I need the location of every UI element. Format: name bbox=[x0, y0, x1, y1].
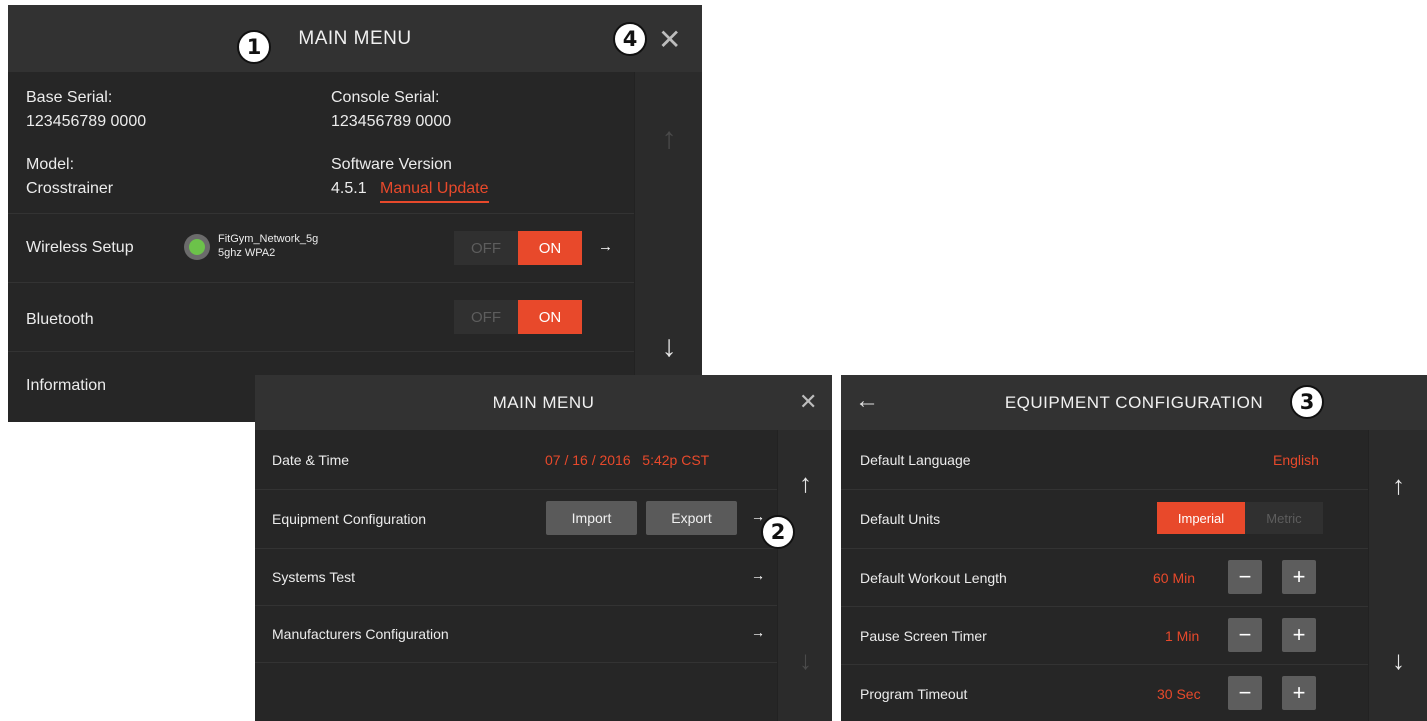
panel1-header: MAIN MENU bbox=[8, 5, 702, 72]
connection-status-icon bbox=[184, 234, 210, 260]
pause-screen-timer-row: Pause Screen Timer 1 Min − + bbox=[841, 606, 1368, 665]
back-arrow-icon[interactable]: ← bbox=[855, 387, 879, 415]
callout-2: 2 bbox=[761, 515, 795, 549]
equipment-configuration-panel: EQUIPMENT CONFIGURATION ← Default Langua… bbox=[841, 375, 1427, 721]
default-workout-length-row: Default Workout Length 60 Min − + bbox=[841, 548, 1368, 607]
pause-screen-timer-label: Pause Screen Timer bbox=[860, 628, 987, 644]
imperial-option[interactable]: Imperial bbox=[1157, 502, 1245, 534]
software-version-value: 4.5.1 bbox=[331, 180, 367, 197]
bluetooth-off-option[interactable]: OFF bbox=[454, 300, 518, 334]
wireless-toggle[interactable]: OFF ON bbox=[454, 231, 582, 265]
default-workout-length-value: 60 Min bbox=[1153, 570, 1196, 586]
units-toggle[interactable]: Imperial Metric bbox=[1157, 502, 1323, 534]
wireless-setup-label: Wireless Setup bbox=[26, 239, 134, 256]
scroll-down-icon[interactable]: ↓ bbox=[1369, 645, 1427, 676]
program-timeout-minus-button[interactable]: − bbox=[1228, 676, 1262, 710]
callout-4: 4 bbox=[613, 22, 647, 56]
export-button[interactable]: Export bbox=[646, 501, 737, 535]
program-timeout-row: Program Timeout 30 Sec − + bbox=[841, 664, 1368, 721]
panel3-scroll-column: ↑ ↓ bbox=[1368, 430, 1427, 721]
panel3-title: EQUIPMENT CONFIGURATION bbox=[1004, 392, 1264, 412]
default-language-value[interactable]: English bbox=[1273, 452, 1319, 468]
program-timeout-label: Program Timeout bbox=[860, 686, 968, 702]
default-units-row: Default Units Imperial Metric bbox=[841, 489, 1368, 549]
bluetooth-label: Bluetooth bbox=[26, 311, 94, 328]
bluetooth-row: Bluetooth OFF ON bbox=[8, 282, 634, 352]
network-name: FitGym_Network_5g bbox=[218, 233, 319, 245]
panel2-header: MAIN MENU bbox=[255, 375, 832, 430]
wireless-arrow-icon[interactable]: → bbox=[598, 238, 613, 255]
date-time-row[interactable]: Date & Time 07 / 16 / 2016 5:42p CST bbox=[255, 430, 777, 490]
scroll-up-icon[interactable]: ↑ bbox=[778, 468, 832, 499]
wireless-setup-row[interactable]: Wireless Setup FitGym_Network_5g 5ghz WP… bbox=[8, 213, 634, 283]
metric-option[interactable]: Metric bbox=[1245, 502, 1323, 534]
pause-screen-timer-value: 1 Min bbox=[1165, 628, 1200, 644]
main-menu-panel-1: MAIN MENU ✕ Base Serial: 123456789 0000 … bbox=[8, 5, 702, 422]
panel1-title: MAIN MENU bbox=[298, 27, 412, 49]
device-info-section: Base Serial: 123456789 0000 Model: Cross… bbox=[8, 72, 634, 214]
panel2-scroll-column: ↑ ↓ bbox=[777, 430, 832, 721]
model-value: Crosstrainer bbox=[26, 180, 114, 197]
panel2-title: MAIN MENU bbox=[492, 392, 595, 412]
base-serial-value: 123456789 0000 bbox=[26, 113, 147, 130]
manual-update-link[interactable]: Manual Update bbox=[380, 180, 489, 203]
program-timeout-plus-button[interactable]: + bbox=[1282, 676, 1316, 710]
program-timeout-value: 30 Sec bbox=[1157, 686, 1201, 702]
pause-timer-minus-button[interactable]: − bbox=[1228, 618, 1262, 652]
systems-test-row[interactable]: Systems Test → bbox=[255, 548, 777, 606]
default-language-label: Default Language bbox=[860, 452, 971, 468]
default-language-row[interactable]: Default Language English bbox=[841, 430, 1368, 490]
date-time-value: 07 / 16 / 2016 5:42p CST bbox=[545, 452, 710, 468]
software-version-label: Software Version bbox=[331, 156, 452, 173]
equipment-configuration-label: Equipment Configuration bbox=[272, 511, 427, 527]
network-detail: 5ghz WPA2 bbox=[218, 247, 276, 259]
callout-1: 1 bbox=[237, 30, 271, 64]
manufacturers-configuration-label: Manufacturers Configuration bbox=[272, 626, 449, 642]
systems-test-label: Systems Test bbox=[272, 569, 355, 585]
panel1-scroll-column: ↑ ↓ bbox=[634, 72, 702, 422]
scroll-up-icon[interactable]: ↑ bbox=[635, 122, 702, 156]
wireless-off-option[interactable]: OFF bbox=[454, 231, 518, 265]
bluetooth-toggle[interactable]: OFF ON bbox=[454, 300, 582, 334]
import-button[interactable]: Import bbox=[546, 501, 637, 535]
console-serial-label: Console Serial: bbox=[331, 89, 440, 106]
scroll-down-icon[interactable]: ↓ bbox=[778, 645, 832, 676]
scroll-down-icon[interactable]: ↓ bbox=[635, 330, 702, 364]
callout-3: 3 bbox=[1290, 385, 1324, 419]
workout-length-minus-button[interactable]: − bbox=[1228, 560, 1262, 594]
default-units-label: Default Units bbox=[860, 511, 941, 527]
main-menu-panel-2: MAIN MENU ✕ Date & Time 07 / 16 / 2016 5… bbox=[255, 375, 832, 721]
scroll-up-icon[interactable]: ↑ bbox=[1369, 470, 1427, 501]
wireless-on-option[interactable]: ON bbox=[518, 231, 582, 265]
bluetooth-on-option[interactable]: ON bbox=[518, 300, 582, 334]
equipment-configuration-row[interactable]: Equipment Configuration Import Export → bbox=[255, 489, 777, 549]
console-serial-value: 123456789 0000 bbox=[331, 113, 452, 130]
pause-timer-plus-button[interactable]: + bbox=[1282, 618, 1316, 652]
model-label: Model: bbox=[26, 156, 75, 173]
default-workout-length-label: Default Workout Length bbox=[860, 570, 1007, 586]
base-serial-label: Base Serial: bbox=[26, 89, 113, 106]
panel3-header: EQUIPMENT CONFIGURATION bbox=[841, 375, 1427, 430]
close-icon[interactable]: ✕ bbox=[799, 389, 817, 415]
systems-test-arrow-icon[interactable]: → bbox=[751, 567, 765, 583]
manufacturers-arrow-icon[interactable]: → bbox=[751, 624, 765, 640]
close-icon[interactable]: ✕ bbox=[658, 23, 681, 56]
workout-length-plus-button[interactable]: + bbox=[1282, 560, 1316, 594]
information-label: Information bbox=[26, 377, 107, 394]
date-time-label: Date & Time bbox=[272, 452, 350, 468]
manufacturers-configuration-row[interactable]: Manufacturers Configuration → bbox=[255, 605, 777, 663]
